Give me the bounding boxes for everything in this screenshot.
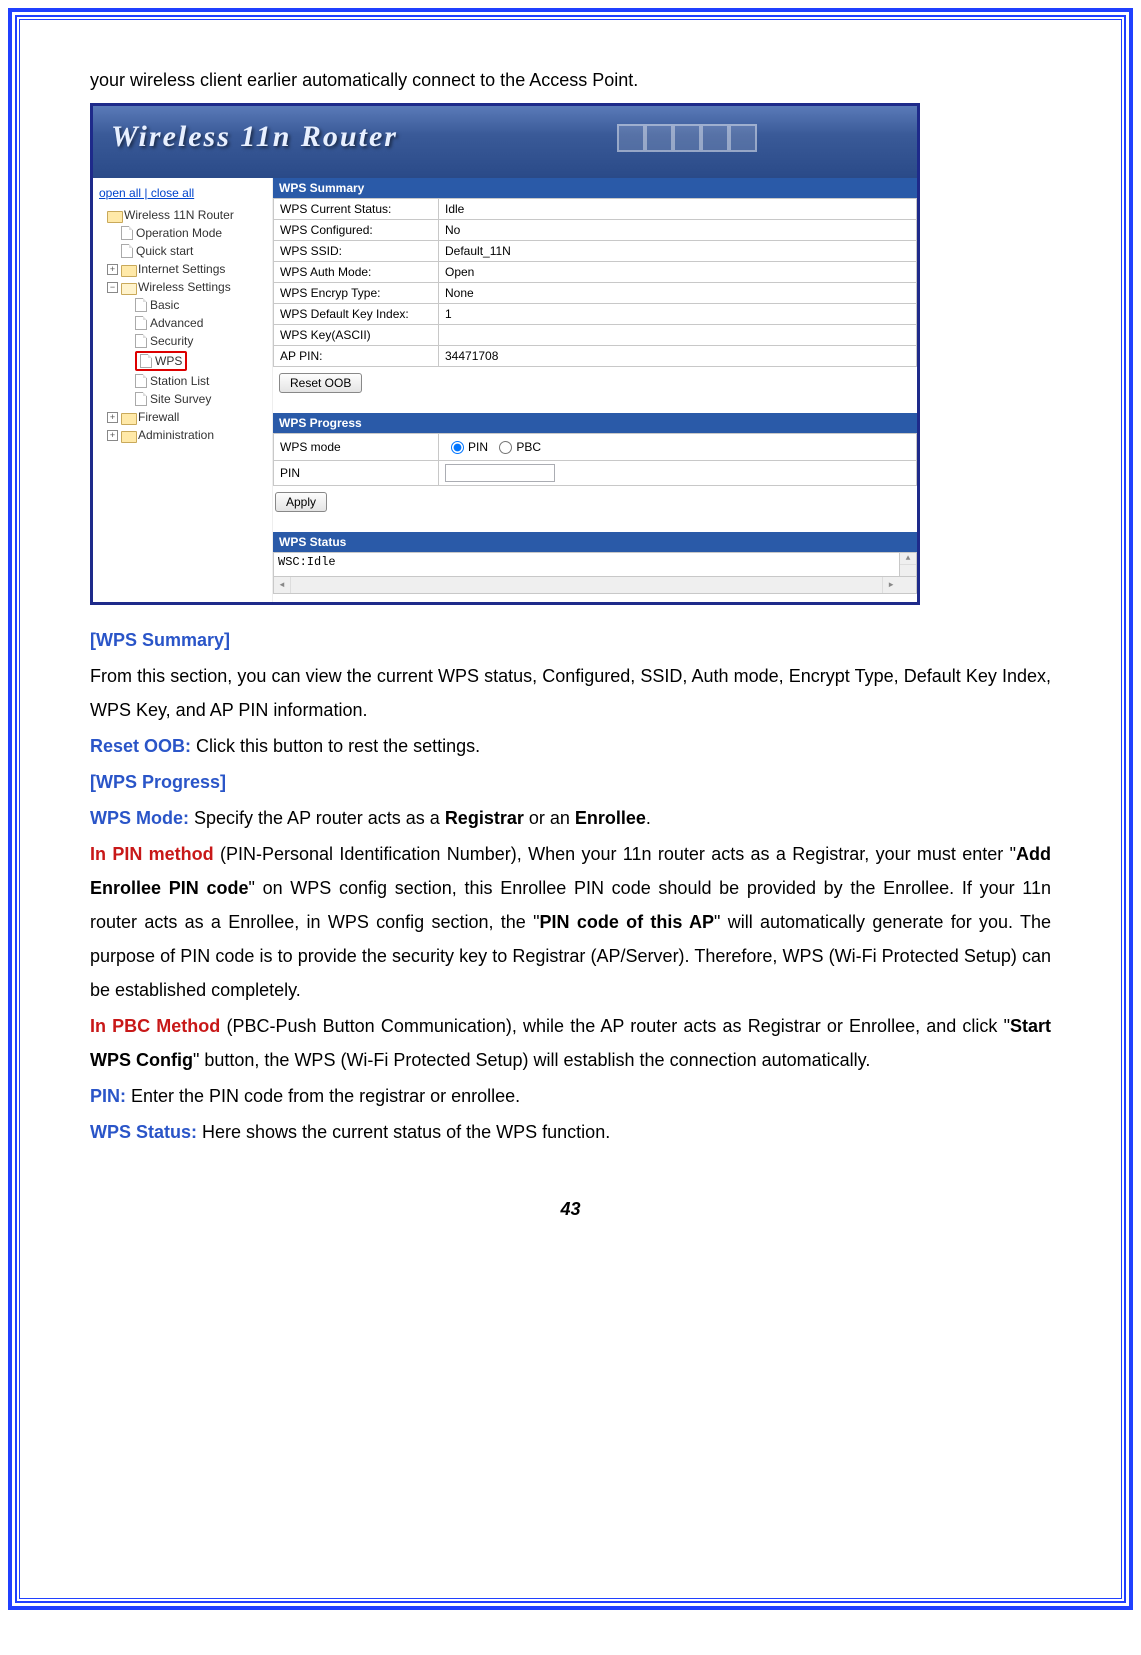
table-row: WPS SSID:Default_11N [274, 241, 917, 262]
summary-label: WPS Configured: [274, 220, 439, 241]
summary-value: Default_11N [439, 241, 917, 262]
tree-advanced[interactable]: Advanced [97, 314, 268, 332]
collapse-icon[interactable]: − [107, 282, 118, 293]
table-row: WPS Encryp Type:None [274, 283, 917, 304]
scroll-right-icon[interactable]: ► [882, 577, 899, 594]
tree-wps[interactable]: WPS [97, 350, 268, 372]
pin-label: PIN [274, 461, 439, 486]
wps-status-box: WSC:Idle ▲ ◄ ► [273, 552, 917, 594]
reset-oob-button[interactable]: Reset OOB [279, 373, 362, 393]
tree-administration[interactable]: + Administration [97, 426, 268, 444]
summary-label: WPS Default Key Index: [274, 304, 439, 325]
folder-icon [121, 412, 135, 423]
page-number: 43 [90, 1199, 1051, 1220]
pin-input[interactable] [445, 464, 555, 482]
summary-value [439, 325, 917, 346]
pin-radio-label: PIN [468, 440, 488, 454]
wps-status-text: WSC:Idle [274, 553, 916, 571]
section-title: [WPS Summary] [90, 630, 230, 650]
expand-icon[interactable]: + [107, 430, 118, 441]
intro-text: your wireless client earlier automatical… [90, 70, 1051, 91]
wps-summary-table: WPS Current Status:IdleWPS Configured:No… [273, 198, 917, 367]
field-label: WPS Mode: [90, 808, 189, 828]
summary-label: WPS Auth Mode: [274, 262, 439, 283]
expand-icon[interactable]: + [107, 264, 118, 275]
table-row: WPS Key(ASCII) [274, 325, 917, 346]
vertical-scrollbar[interactable]: ▲ [899, 553, 916, 576]
tree-internet-settings[interactable]: + Internet Settings [97, 260, 268, 278]
apply-button[interactable]: Apply [275, 492, 327, 512]
summary-label: AP PIN: [274, 346, 439, 367]
summary-label: WPS Key(ASCII) [274, 325, 439, 346]
folder-icon [121, 430, 135, 441]
tree-basic[interactable]: Basic [97, 296, 268, 314]
tree-wireless-settings[interactable]: − Wireless Settings [97, 278, 268, 296]
scroll-up-icon[interactable]: ▲ [900, 553, 916, 565]
banner-title: Wireless 11n Router [111, 120, 398, 154]
tree-firewall[interactable]: + Firewall [97, 408, 268, 426]
page-icon [135, 374, 147, 388]
table-row: WPS Default Key Index:1 [274, 304, 917, 325]
wps-summary-header: WPS Summary [273, 178, 917, 198]
tree-site-survey[interactable]: Site Survey [97, 390, 268, 408]
page-icon [140, 354, 152, 368]
document-body: [WPS Summary] From this section, you can… [90, 623, 1051, 1149]
expand-collapse-links[interactable]: open all | close all [97, 184, 268, 206]
summary-value: Idle [439, 199, 917, 220]
summary-value: 34471708 [439, 346, 917, 367]
horizontal-scrollbar[interactable]: ◄ ► [274, 576, 916, 593]
tree-quick-start[interactable]: Quick start [97, 242, 268, 260]
pbc-radio-label: PBC [516, 440, 541, 454]
field-label: In PIN method [90, 844, 214, 864]
paragraph: From this section, you can view the curr… [90, 659, 1051, 727]
summary-value: None [439, 283, 917, 304]
nav-sidebar: open all | close all Wireless 11N Router… [93, 178, 273, 602]
summary-label: WPS Encryp Type: [274, 283, 439, 304]
summary-label: WPS Current Status: [274, 199, 439, 220]
tree-security[interactable]: Security [97, 332, 268, 350]
field-label: WPS Status: [90, 1122, 197, 1142]
folder-icon [121, 264, 135, 275]
wps-progress-table: WPS mode PIN PBC PIN [273, 433, 917, 486]
wps-progress-header: WPS Progress [273, 413, 917, 433]
folder-open-icon [121, 282, 135, 293]
tree-root[interactable]: Wireless 11N Router [97, 206, 268, 224]
folder-icon [107, 210, 121, 221]
field-label: Reset OOB: [90, 736, 191, 756]
page-icon [121, 226, 133, 240]
section-title: [WPS Progress] [90, 772, 226, 792]
router-screenshot: Wireless 11n Router open all | close all… [90, 103, 920, 605]
summary-value: Open [439, 262, 917, 283]
scroll-left-icon[interactable]: ◄ [274, 577, 291, 594]
wps-status-header: WPS Status [273, 532, 917, 552]
main-panel: WPS Summary WPS Current Status:IdleWPS C… [273, 178, 917, 602]
page-icon [121, 244, 133, 258]
wps-mode-label: WPS mode [274, 434, 439, 461]
wps-highlight-box: WPS [135, 351, 187, 371]
router-banner: Wireless 11n Router [93, 106, 917, 178]
banner-decoration [617, 124, 757, 152]
pin-radio[interactable] [451, 441, 464, 454]
field-label: In PBC Method [90, 1016, 220, 1036]
page-icon [135, 316, 147, 330]
page-icon [135, 392, 147, 406]
page-icon [135, 298, 147, 312]
table-row: WPS Auth Mode:Open [274, 262, 917, 283]
summary-value: 1 [439, 304, 917, 325]
tree-station-list[interactable]: Station List [97, 372, 268, 390]
summary-label: WPS SSID: [274, 241, 439, 262]
table-row: WPS Configured:No [274, 220, 917, 241]
pbc-radio[interactable] [499, 441, 512, 454]
table-row: AP PIN:34471708 [274, 346, 917, 367]
page-icon [135, 334, 147, 348]
field-label: PIN: [90, 1086, 126, 1106]
summary-value: No [439, 220, 917, 241]
table-row: WPS Current Status:Idle [274, 199, 917, 220]
tree-operation-mode[interactable]: Operation Mode [97, 224, 268, 242]
document-page: your wireless client earlier automatical… [19, 19, 1122, 1599]
expand-icon[interactable]: + [107, 412, 118, 423]
